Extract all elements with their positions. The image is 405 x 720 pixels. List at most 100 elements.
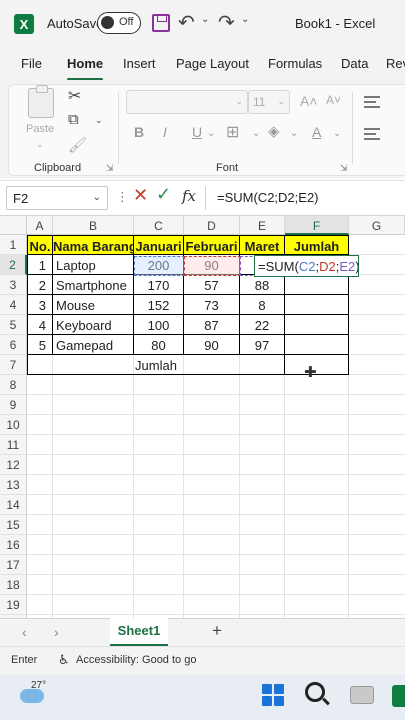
table-header-cell[interactable]: No. — [27, 235, 53, 255]
table-cell[interactable]: 8 — [240, 295, 285, 315]
table-cell[interactable]: 88 — [240, 275, 285, 295]
table-cell[interactable]: Keyboard — [53, 315, 134, 335]
align-left-icon[interactable] — [364, 128, 380, 140]
format-painter-icon[interactable]: 🖌 — [68, 136, 87, 154]
excel-taskbar-icon[interactable] — [392, 685, 405, 707]
table-cell[interactable]: 80 — [134, 335, 184, 355]
row-header-16[interactable]: 16 — [0, 535, 27, 555]
tab-file[interactable]: File — [21, 56, 42, 71]
table-cell[interactable]: 90 — [184, 335, 240, 355]
row-header-15[interactable]: 15 — [0, 515, 27, 535]
undo-icon[interactable]: ↶ — [178, 10, 195, 35]
row-header-14[interactable]: 14 — [0, 495, 27, 515]
increase-font-icon[interactable]: A˄ — [300, 93, 318, 109]
table-cell[interactable]: 170 — [134, 275, 184, 295]
row-header-19[interactable]: 19 — [0, 595, 27, 615]
tab-home[interactable]: Home — [67, 56, 103, 71]
table-cell[interactable]: 5 — [27, 335, 53, 355]
font-name-dropdown-icon[interactable]: ⌄ — [235, 96, 243, 107]
borders-icon[interactable]: ⊞ — [226, 122, 239, 142]
table-cell[interactable]: 73 — [184, 295, 240, 315]
italic-button[interactable]: I — [163, 124, 167, 140]
sheet-tab-sheet1[interactable]: Sheet1 — [110, 618, 168, 646]
weather-temperature[interactable]: 27° — [31, 680, 46, 691]
row-header-12[interactable]: 12 — [0, 455, 27, 475]
copy-icon[interactable]: ⧉ — [68, 111, 79, 128]
file-explorer-icon[interactable] — [350, 686, 374, 704]
row-header-18[interactable]: 18 — [0, 575, 27, 595]
accessibility-icon[interactable]: ♿ — [58, 652, 70, 668]
column-header-a[interactable]: A — [27, 216, 53, 235]
table-cell[interactable] — [285, 275, 349, 295]
total-label-cell[interactable]: Jumlah — [27, 355, 285, 375]
insert-function-button[interactable]: fx — [182, 187, 196, 205]
table-header-cell[interactable]: Nama Barang — [53, 235, 134, 255]
windows-start-icon[interactable] — [262, 684, 284, 706]
row-header-6[interactable]: 6 — [0, 335, 27, 355]
table-cell[interactable]: 87 — [184, 315, 240, 335]
bold-button[interactable]: B — [134, 124, 144, 140]
prev-sheet-icon[interactable]: ‹ — [22, 624, 27, 640]
table-cell[interactable] — [285, 295, 349, 315]
row-header-4[interactable]: 4 — [0, 295, 27, 315]
font-size-box[interactable]: 11 ⌄ — [248, 90, 290, 114]
more-options-icon[interactable]: ⋮ — [116, 189, 129, 205]
paste-icon[interactable] — [28, 85, 54, 118]
select-all-corner[interactable] — [0, 216, 27, 235]
row-header-5[interactable]: 5 — [0, 315, 27, 335]
copy-dropdown-icon[interactable]: ⌄ — [95, 115, 103, 126]
enter-icon[interactable]: ✓ — [156, 184, 171, 205]
font-size-dropdown-icon[interactable]: ⌄ — [277, 96, 285, 107]
next-sheet-icon[interactable]: › — [54, 624, 59, 640]
add-sheet-button[interactable]: + — [212, 621, 222, 641]
row-header-8[interactable]: 8 — [0, 375, 27, 395]
formula-input[interactable]: =SUM(C2;D2;E2) — [217, 190, 319, 205]
cancel-icon[interactable]: ✕ — [133, 185, 148, 206]
row-header-9[interactable]: 9 — [0, 395, 27, 415]
row-header-3[interactable]: 3 — [0, 275, 27, 295]
clipboard-launcher-icon[interactable]: ⇲ — [106, 163, 114, 174]
total-value-cell[interactable] — [285, 355, 349, 375]
row-header-2[interactable]: 2 — [0, 255, 27, 275]
name-box-dropdown-icon[interactable]: ⌄ — [93, 192, 101, 203]
redo-dropdown-icon[interactable]: ⌄ — [241, 14, 249, 25]
row-header-1[interactable]: 1 — [0, 235, 27, 255]
save-icon[interactable] — [152, 14, 170, 32]
paste-dropdown-icon[interactable]: ⌄ — [36, 139, 44, 150]
active-cell-editor[interactable]: =SUM(C2;D2;E2) — [254, 255, 359, 277]
cut-icon[interactable]: ✂ — [68, 86, 81, 106]
column-header-b[interactable]: B — [53, 216, 134, 235]
accessibility-status[interactable]: Accessibility: Good to go — [76, 654, 196, 666]
font-launcher-icon[interactable]: ⇲ — [340, 163, 348, 174]
underline-button[interactable]: U — [192, 124, 202, 140]
fill-color-icon[interactable]: ◈ — [268, 122, 280, 140]
table-cell[interactable]: 152 — [134, 295, 184, 315]
table-cell[interactable]: 3 — [27, 295, 53, 315]
table-cell[interactable]: Laptop — [53, 255, 134, 275]
search-icon[interactable] — [305, 682, 325, 702]
table-header-cell[interactable]: Maret — [240, 235, 285, 255]
column-header-e[interactable]: E — [240, 216, 285, 235]
tab-page-layout[interactable]: Page Layout — [176, 56, 249, 71]
table-header-cell[interactable]: Januari — [134, 235, 184, 255]
table-cell[interactable]: 100 — [134, 315, 184, 335]
table-header-cell[interactable]: Februari — [184, 235, 240, 255]
tab-insert[interactable]: Insert — [123, 56, 156, 71]
row-header-17[interactable]: 17 — [0, 555, 27, 575]
font-color-icon[interactable]: A — [312, 124, 321, 140]
table-cell[interactable]: 57 — [184, 275, 240, 295]
column-header-f[interactable]: F — [285, 216, 349, 235]
fill-color-dropdown-icon[interactable]: ⌄ — [290, 128, 298, 139]
borders-dropdown-icon[interactable]: ⌄ — [252, 128, 260, 139]
row-header-13[interactable]: 13 — [0, 475, 27, 495]
font-color-dropdown-icon[interactable]: ⌄ — [333, 128, 341, 139]
column-header-d[interactable]: D — [184, 216, 240, 235]
decrease-font-icon[interactable]: A˅ — [326, 93, 341, 107]
table-header-cell[interactable]: Jumlah — [285, 235, 349, 255]
spreadsheet-grid[interactable]: ABCDEFG1234567891011121314151617181920No… — [0, 216, 405, 618]
row-header-7[interactable]: 7 — [0, 355, 27, 375]
table-cell[interactable]: Mouse — [53, 295, 134, 315]
row-header-10[interactable]: 10 — [0, 415, 27, 435]
table-cell[interactable]: 97 — [240, 335, 285, 355]
font-name-box[interactable]: ⌄ — [126, 90, 248, 114]
